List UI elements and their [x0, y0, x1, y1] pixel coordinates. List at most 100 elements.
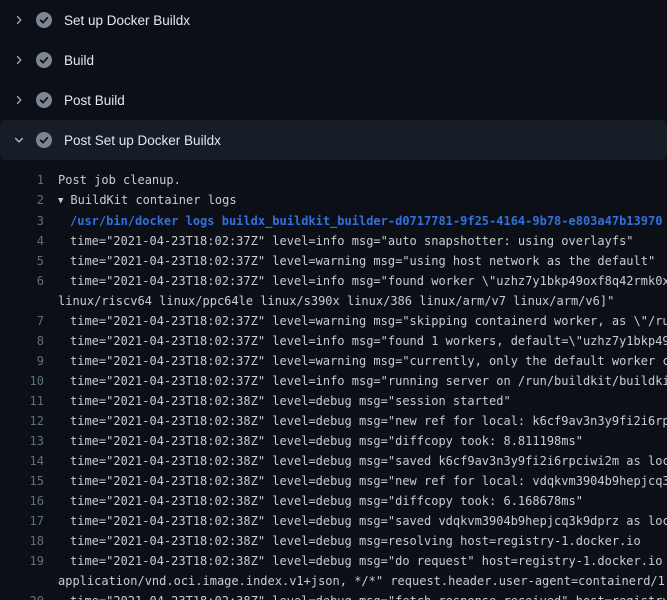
log-line-number[interactable]: 13: [0, 431, 44, 451]
log-line-text: time="2021-04-23T18:02:37Z" level=warnin…: [70, 251, 655, 271]
log-message: time="2021-04-23T18:02:38Z" level=debug …: [70, 494, 583, 508]
log-line: 6 time="2021-04-23T18:02:37Z" level=info…: [0, 271, 667, 291]
log-line-text: time="2021-04-23T18:02:38Z" level=debug …: [70, 531, 641, 551]
step-label: Post Build: [64, 93, 125, 108]
log-line-number[interactable]: 17: [0, 511, 44, 531]
log-line-number[interactable]: [0, 291, 44, 311]
step-row-post-set-up-docker-buildx[interactable]: Post Set up Docker Buildx: [0, 120, 667, 160]
log-line: 3 /usr/bin/docker logs buildx_buildkit_b…: [0, 211, 667, 231]
log-line-number[interactable]: 7: [0, 311, 44, 331]
log-line-number[interactable]: 4: [0, 231, 44, 251]
log-line-text: time="2021-04-23T18:02:38Z" level=debug …: [70, 451, 667, 471]
chevron-right-icon: [11, 92, 27, 108]
log-line-number[interactable]: [0, 571, 44, 591]
log-line: application/vnd.oci.image.index.v1+json,…: [0, 571, 667, 591]
log-line-number[interactable]: 19: [0, 551, 44, 571]
log-message: time="2021-04-23T18:02:37Z" level=info m…: [70, 374, 667, 388]
log-line: 8 time="2021-04-23T18:02:37Z" level=info…: [0, 331, 667, 351]
log-line: 14 time="2021-04-23T18:02:38Z" level=deb…: [0, 451, 667, 471]
log-line: linux/riscv64 linux/ppc64le linux/s390x …: [0, 291, 667, 311]
log-message: time="2021-04-23T18:02:37Z" level=info m…: [70, 274, 667, 288]
log-message: time="2021-04-23T18:02:37Z" level=warnin…: [70, 314, 667, 328]
step-label: Build: [64, 53, 94, 68]
log-message: linux/riscv64 linux/ppc64le linux/s390x …: [58, 294, 614, 308]
log-line-text: time="2021-04-23T18:02:37Z" level=info m…: [70, 231, 634, 251]
log-line-text: application/vnd.oci.image.index.v1+json,…: [58, 571, 667, 591]
log-line-text: linux/riscv64 linux/ppc64le linux/s390x …: [58, 291, 614, 311]
step-row-build[interactable]: Build: [0, 40, 667, 80]
log-line: 10 time="2021-04-23T18:02:37Z" level=inf…: [0, 371, 667, 391]
log-line-number[interactable]: 16: [0, 491, 44, 511]
chevron-right-icon: [11, 12, 27, 28]
log-line-number[interactable]: 12: [0, 411, 44, 431]
check-circle-icon: [36, 132, 52, 148]
log-line: 11 time="2021-04-23T18:02:38Z" level=deb…: [0, 391, 667, 411]
log-message: time="2021-04-23T18:02:38Z" level=debug …: [70, 514, 667, 528]
actions-log-viewer: Set up Docker Buildx Build Post Bu: [0, 0, 667, 600]
log-line: 15 time="2021-04-23T18:02:38Z" level=deb…: [0, 471, 667, 491]
step-row-post-build[interactable]: Post Build: [0, 80, 667, 120]
log-line: 20 time="2021-04-23T18:02:38Z" level=deb…: [0, 591, 667, 600]
log-line-number[interactable]: 2: [0, 190, 44, 211]
steps-list: Set up Docker Buildx Build Post Bu: [0, 0, 667, 160]
log-line-number[interactable]: 6: [0, 271, 44, 291]
log-line-text: time="2021-04-23T18:02:37Z" level=info m…: [70, 331, 667, 351]
log-line: 7 time="2021-04-23T18:02:37Z" level=warn…: [0, 311, 667, 331]
log-line-number[interactable]: 3: [0, 211, 44, 231]
log-message: time="2021-04-23T18:02:37Z" level=info m…: [70, 334, 667, 348]
log-line: 18 time="2021-04-23T18:02:38Z" level=deb…: [0, 531, 667, 551]
log-line-text: time="2021-04-23T18:02:38Z" level=debug …: [70, 491, 583, 511]
log-line-text: time="2021-04-23T18:02:38Z" level=debug …: [70, 471, 667, 491]
log-line-text: time="2021-04-23T18:02:38Z" level=debug …: [70, 431, 583, 451]
chevron-down-icon: [11, 132, 27, 148]
log-message: time="2021-04-23T18:02:38Z" level=debug …: [70, 454, 667, 468]
log-line-number[interactable]: 8: [0, 331, 44, 351]
log-message: time="2021-04-23T18:02:38Z" level=debug …: [70, 394, 511, 408]
log-line-text: time="2021-04-23T18:02:37Z" level=warnin…: [70, 351, 667, 371]
log-line-text: time="2021-04-23T18:02:38Z" level=debug …: [70, 551, 667, 571]
log-message: time="2021-04-23T18:02:38Z" level=debug …: [70, 534, 641, 548]
log-line-number[interactable]: 15: [0, 471, 44, 491]
log-line-text: /usr/bin/docker logs buildx_buildkit_bui…: [70, 211, 662, 231]
log-message: BuildKit container logs: [70, 193, 236, 207]
log-message: time="2021-04-23T18:02:37Z" level=info m…: [70, 234, 634, 248]
log-line: 12 time="2021-04-23T18:02:38Z" level=deb…: [0, 411, 667, 431]
log-message: time="2021-04-23T18:02:37Z" level=warnin…: [70, 254, 655, 268]
step-label: Set up Docker Buildx: [64, 13, 190, 28]
log-line-number[interactable]: 11: [0, 391, 44, 411]
log-line-text: time="2021-04-23T18:02:37Z" level=info m…: [70, 271, 667, 291]
log-line-text: Post job cleanup.: [58, 170, 181, 190]
log-line-number[interactable]: 10: [0, 371, 44, 391]
log-message: time="2021-04-23T18:02:38Z" level=debug …: [70, 434, 583, 448]
log-line-text: time="2021-04-23T18:02:38Z" level=debug …: [70, 591, 667, 600]
log-line-number[interactable]: 5: [0, 251, 44, 271]
log-group-expand-icon[interactable]: ▼: [58, 191, 63, 211]
log-message: time="2021-04-23T18:02:37Z" level=warnin…: [70, 354, 667, 368]
log-line-text: time="2021-04-23T18:02:38Z" level=debug …: [70, 411, 667, 431]
check-circle-icon: [36, 92, 52, 108]
log-line: 19 time="2021-04-23T18:02:38Z" level=deb…: [0, 551, 667, 571]
log-line: 13 time="2021-04-23T18:02:38Z" level=deb…: [0, 431, 667, 451]
log-line-text: time="2021-04-23T18:02:38Z" level=debug …: [70, 391, 511, 411]
log-line: 4 time="2021-04-23T18:02:37Z" level=info…: [0, 231, 667, 251]
log-line-number[interactable]: 9: [0, 351, 44, 371]
chevron-right-icon: [11, 52, 27, 68]
step-row-set-up-docker-buildx[interactable]: Set up Docker Buildx: [0, 0, 667, 40]
log-line: 2 ▼ BuildKit container logs: [0, 190, 667, 211]
log-message: application/vnd.oci.image.index.v1+json,…: [58, 574, 667, 588]
log-line: 17 time="2021-04-23T18:02:38Z" level=deb…: [0, 511, 667, 531]
log-line: 9 time="2021-04-23T18:02:37Z" level=warn…: [0, 351, 667, 371]
log-line-text[interactable]: ▼ BuildKit container logs: [58, 190, 237, 211]
log-line-number[interactable]: 18: [0, 531, 44, 551]
log-line-number[interactable]: 14: [0, 451, 44, 471]
log-line-text: time="2021-04-23T18:02:38Z" level=debug …: [70, 511, 667, 531]
check-circle-icon: [36, 12, 52, 28]
log-message: time="2021-04-23T18:02:38Z" level=debug …: [70, 594, 667, 600]
log-line-number[interactable]: 1: [0, 170, 44, 190]
log-line-text: time="2021-04-23T18:02:37Z" level=info m…: [70, 371, 667, 391]
log-line: 1 Post job cleanup.: [0, 170, 667, 190]
step-label: Post Set up Docker Buildx: [64, 133, 221, 148]
log-line-number[interactable]: 20: [0, 591, 44, 600]
log-message: Post job cleanup.: [58, 173, 181, 187]
log-message: /usr/bin/docker logs buildx_buildkit_bui…: [70, 214, 662, 228]
